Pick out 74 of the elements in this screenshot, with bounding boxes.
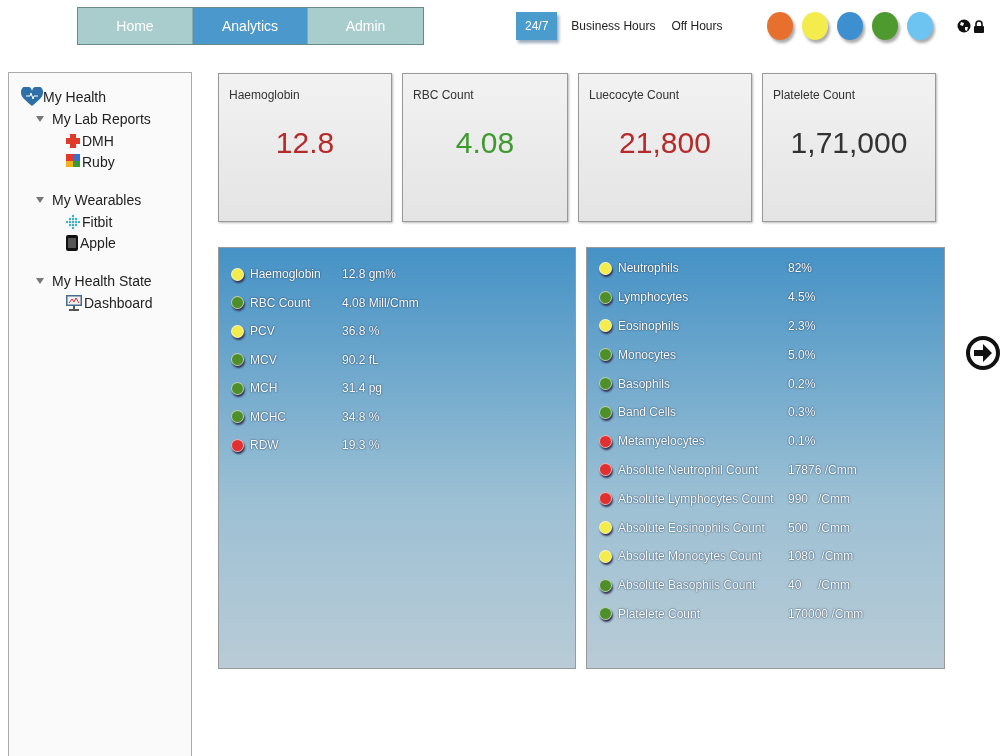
expanded-icon[interactable] bbox=[36, 197, 44, 203]
test-value: 31.4 pg bbox=[342, 381, 383, 396]
test-value: 0.3% bbox=[788, 405, 816, 420]
card-value: 12.8 bbox=[275, 126, 335, 160]
test-value: 82% bbox=[788, 261, 813, 276]
test-value: 0.2% bbox=[788, 376, 816, 391]
test-name: RBC Count bbox=[250, 295, 312, 310]
test-value: 170000 /Cmm bbox=[788, 606, 864, 621]
test-value: 0.1% bbox=[788, 434, 816, 449]
test-value: 990 /Cmm bbox=[788, 491, 850, 506]
test-value: 5.0% bbox=[788, 347, 816, 362]
card-value: 1,71,000 bbox=[790, 126, 908, 160]
monitor-icon bbox=[66, 294, 82, 311]
test-value: 4.5% bbox=[788, 290, 816, 305]
test-value: 500 /Cmm bbox=[788, 520, 850, 535]
schedule-option[interactable]: Off Hours bbox=[667, 13, 727, 39]
tree-item[interactable]: My Health State bbox=[52, 273, 152, 289]
test-name: PCV bbox=[250, 324, 276, 339]
test-value: 1080 /Cmm bbox=[788, 549, 854, 564]
test-value: 12.8 gm% bbox=[342, 267, 397, 282]
test-name: Eosinophils bbox=[618, 319, 681, 333]
dots-icon bbox=[66, 213, 80, 230]
test-name: MCH bbox=[250, 381, 279, 396]
test-value: 34.8 % bbox=[342, 409, 380, 424]
tree-item[interactable]: Ruby bbox=[82, 153, 115, 170]
tree-item[interactable]: Fitbit bbox=[82, 213, 113, 230]
test-name: Lymphocytes bbox=[618, 290, 690, 305]
color-swatch[interactable] bbox=[801, 12, 828, 40]
test-value: 40 /Cmm bbox=[788, 578, 850, 593]
test-name: Absolute Lymphocytes Count bbox=[618, 491, 775, 506]
test-name: MCV bbox=[250, 352, 278, 367]
test-name: Basophils bbox=[618, 376, 672, 391]
heart-icon bbox=[21, 87, 43, 107]
test-name: Monocytes bbox=[618, 347, 678, 362]
test-name: Absolute Basophils Count bbox=[618, 578, 757, 593]
cross-icon bbox=[66, 132, 80, 149]
card-title: Platelete Count bbox=[773, 88, 856, 102]
card-title: RBC Count bbox=[413, 88, 474, 102]
test-name: Haemoglobin bbox=[250, 267, 322, 282]
tree-item[interactable]: My Wearables bbox=[52, 192, 142, 208]
test-value: 19.3 % bbox=[342, 438, 380, 453]
card-title: Luecocyte Count bbox=[589, 88, 680, 102]
card-value: 4.08 bbox=[455, 126, 515, 160]
expanded-icon[interactable] bbox=[36, 116, 44, 122]
test-name: Absolute Neutrophil Count bbox=[618, 462, 760, 477]
watch-icon bbox=[66, 234, 78, 251]
test-name: Neutrophils bbox=[618, 261, 680, 276]
card-value: 21,800 bbox=[619, 126, 711, 160]
card-title: Haemoglobin bbox=[229, 88, 300, 102]
color-swatch[interactable] bbox=[871, 12, 898, 40]
tree-item[interactable]: My Health bbox=[43, 89, 107, 105]
test-name: RDW bbox=[250, 438, 280, 453]
color-swatch[interactable] bbox=[906, 12, 933, 40]
test-name: Metamyelocytes bbox=[618, 434, 706, 449]
tree-item[interactable]: DMH bbox=[82, 132, 114, 149]
test-name: MCHC bbox=[250, 409, 287, 424]
globe-icon[interactable] bbox=[956, 19, 971, 33]
test-name: Band Cells bbox=[618, 405, 678, 420]
test-value: 36.8 % bbox=[342, 324, 380, 339]
tree-item[interactable]: Dashboard bbox=[84, 294, 153, 311]
test-value: 90.2 fL bbox=[342, 352, 379, 367]
test-value: 2.3% bbox=[788, 319, 816, 333]
color-swatch[interactable] bbox=[766, 12, 793, 40]
test-value: 17876 /Cmm bbox=[788, 462, 857, 477]
test-name: Platelete Count bbox=[618, 606, 702, 621]
test-name: Absolute Eosinophils Count bbox=[618, 520, 766, 535]
test-name: Absolute Monocytes Count bbox=[618, 549, 763, 564]
tree-item[interactable]: Apple bbox=[80, 234, 116, 251]
test-value: 4.08 Mill/Cmm bbox=[342, 295, 419, 310]
schedule-option[interactable]: Business Hours bbox=[567, 13, 660, 39]
lock-icon[interactable] bbox=[973, 19, 984, 33]
tree-item[interactable]: My Lab Reports bbox=[52, 111, 151, 127]
expanded-icon[interactable] bbox=[36, 278, 44, 284]
color-swatch[interactable] bbox=[836, 12, 863, 40]
